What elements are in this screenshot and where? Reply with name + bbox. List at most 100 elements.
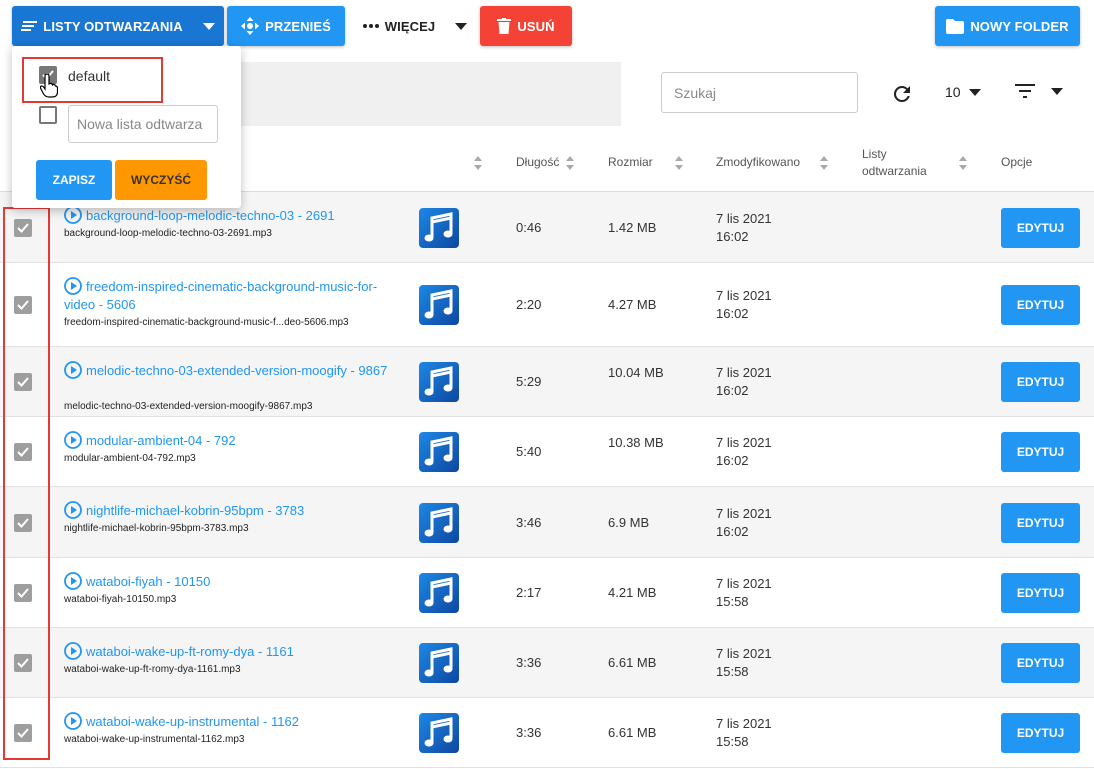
breadcrumb-area — [240, 62, 621, 126]
size-value: 4.27 MB — [608, 297, 657, 312]
music-note-icon — [419, 713, 459, 753]
size-value: 6.9 MB — [608, 514, 650, 530]
duration-value: 3:36 — [516, 655, 542, 670]
move-button[interactable]: PRZENIEŚ — [227, 6, 345, 46]
filter-icon — [1015, 84, 1035, 98]
play-icon[interactable] — [64, 642, 82, 660]
column-duration-label: Długość — [516, 155, 560, 169]
play-icon[interactable] — [64, 712, 82, 730]
sort-icon[interactable] — [820, 156, 828, 170]
file-name: freedom-inspired-cinematic-background-mu… — [64, 317, 349, 328]
size-value: 10.04 MB — [608, 365, 664, 380]
modified-date: 7 lis 2021 — [716, 646, 772, 661]
file-name: melodic-techno-03-extended-version-moogi… — [64, 401, 313, 412]
file-name: modular-ambient-04-792.mp3 — [64, 453, 196, 464]
play-icon[interactable] — [64, 361, 82, 379]
highlight-checkbox-column — [3, 207, 50, 760]
column-duration[interactable]: Długość — [516, 155, 559, 169]
new-playlist-checkbox[interactable] — [39, 106, 57, 124]
size-value: 1.42 MB — [608, 219, 657, 235]
chevron-down-icon — [455, 22, 468, 30]
duration-value: 2:20 — [516, 297, 542, 312]
edit-button[interactable]: EDYTUJ — [1001, 643, 1080, 683]
save-button[interactable]: ZAPISZ — [36, 160, 112, 200]
file-title-link[interactable]: wataboi-wake-up-instrumental - 1162 — [64, 712, 394, 731]
delete-label: USUŃ — [517, 18, 555, 34]
sort-icon[interactable] — [474, 156, 482, 170]
duration-value: 5:40 — [516, 444, 542, 459]
modified-time: 16:02 — [716, 306, 749, 321]
modified-time: 16:02 — [716, 228, 749, 244]
music-note-icon — [419, 285, 459, 325]
trash-icon — [497, 18, 512, 34]
edit-button[interactable]: EDYTUJ — [1001, 285, 1080, 325]
move-icon — [241, 17, 260, 35]
file-name: background-loop-melodic-techno-03-2691.m… — [64, 228, 272, 239]
size-value: 4.21 MB — [608, 585, 657, 600]
delete-button[interactable]: USUŃ — [480, 6, 572, 46]
file-title-link[interactable]: wataboi-wake-up-ft-romy-dya - 1161 — [64, 642, 394, 661]
modified-value: 7 lis 2021 16:02 — [716, 434, 806, 470]
play-icon[interactable] — [64, 277, 82, 295]
playlists-button[interactable]: LISTY ODTWARZANIA — [12, 6, 224, 46]
play-icon[interactable] — [64, 431, 82, 449]
edit-button[interactable]: EDYTUJ — [1001, 432, 1080, 472]
sort-icon[interactable] — [959, 156, 967, 170]
edit-button[interactable]: EDYTUJ — [1001, 573, 1080, 613]
sort-icon[interactable] — [566, 156, 574, 170]
file-title-link[interactable]: freedom-inspired-cinematic-background-mu… — [64, 277, 394, 314]
more-button[interactable]: WIĘCEJ — [360, 6, 470, 46]
modified-time: 15:58 — [716, 594, 749, 609]
table-row: modular-ambient-04 - 792 modular-ambient-… — [0, 417, 1094, 487]
clear-button[interactable]: WYCZYŚĆ — [115, 160, 207, 200]
file-name: wataboi-wake-up-instrumental-1162.mp3 — [64, 734, 245, 745]
filter-button[interactable] — [1015, 84, 1063, 98]
column-modified-label: Zmodyfikowano — [716, 155, 801, 169]
edit-button[interactable]: EDYTUJ — [1001, 207, 1080, 248]
music-note-icon — [419, 573, 459, 613]
music-note-icon — [419, 432, 459, 472]
modified-time: 16:02 — [716, 523, 749, 539]
file-title-link[interactable]: nightlife-michael-kobrin-95bpm - 3783 — [64, 501, 394, 520]
edit-button[interactable]: EDYTUJ — [1001, 362, 1080, 402]
chevron-down-icon — [202, 22, 215, 30]
more-dots-icon — [362, 24, 379, 28]
refresh-icon[interactable] — [890, 82, 914, 106]
modified-value: 7 lis 2021 15:58 — [716, 575, 806, 611]
play-icon[interactable] — [64, 501, 82, 519]
file-title: freedom-inspired-cinematic-background-mu… — [64, 279, 378, 312]
media-library: LISTY ODTWARZANIA PRZENIEŚ WIĘCEJ USUŃ N… — [0, 0, 1094, 769]
column-size[interactable]: Rozmiar — [608, 155, 653, 169]
column-modified[interactable]: Zmodyfikowano — [716, 155, 800, 169]
modified-date: 7 lis 2021 — [716, 505, 772, 521]
play-icon[interactable] — [64, 572, 82, 590]
file-title-link[interactable]: modular-ambient-04 - 792 — [64, 431, 394, 450]
column-playlists[interactable]: Listy odtwarzania — [862, 146, 942, 180]
play-icon[interactable] — [64, 206, 82, 224]
duration-value: 3:46 — [516, 514, 542, 530]
file-title: wataboi-wake-up-instrumental - 1162 — [86, 714, 299, 729]
column-options-label: Opcje — [1001, 155, 1033, 169]
file-title-link[interactable]: wataboi-fiyah - 10150 — [64, 572, 394, 591]
file-title: wataboi-fiyah - 10150 — [86, 574, 211, 589]
column-playlists-label: Listy odtwarzania — [862, 147, 927, 178]
edit-button[interactable]: EDYTUJ — [1001, 713, 1080, 753]
per-page-select[interactable]: 10 — [945, 84, 981, 100]
modified-time: 15:58 — [716, 664, 749, 679]
new-playlist-input[interactable] — [68, 105, 218, 143]
modified-value: 7 lis 2021 16:02 — [716, 210, 806, 246]
size-value: 6.61 MB — [608, 655, 657, 670]
sort-icon[interactable] — [675, 156, 683, 170]
file-title-link[interactable]: background-loop-melodic-techno-03 - 2691 — [64, 206, 394, 225]
file-title: melodic-techno-03-extended-version-moogi… — [86, 363, 388, 378]
search-input[interactable] — [661, 72, 858, 113]
modified-date: 7 lis 2021 — [716, 576, 772, 591]
per-page-value: 10 — [945, 84, 961, 100]
new-folder-button[interactable]: NOWY FOLDER — [935, 6, 1080, 46]
playlists-label: LISTY ODTWARZANIA — [43, 18, 183, 34]
duration-value: 0:46 — [516, 219, 542, 235]
hand-cursor-icon — [40, 74, 58, 98]
music-note-icon — [419, 362, 459, 402]
file-title-link[interactable]: melodic-techno-03-extended-version-moogi… — [64, 361, 394, 380]
edit-button[interactable]: EDYTUJ — [1001, 502, 1080, 543]
